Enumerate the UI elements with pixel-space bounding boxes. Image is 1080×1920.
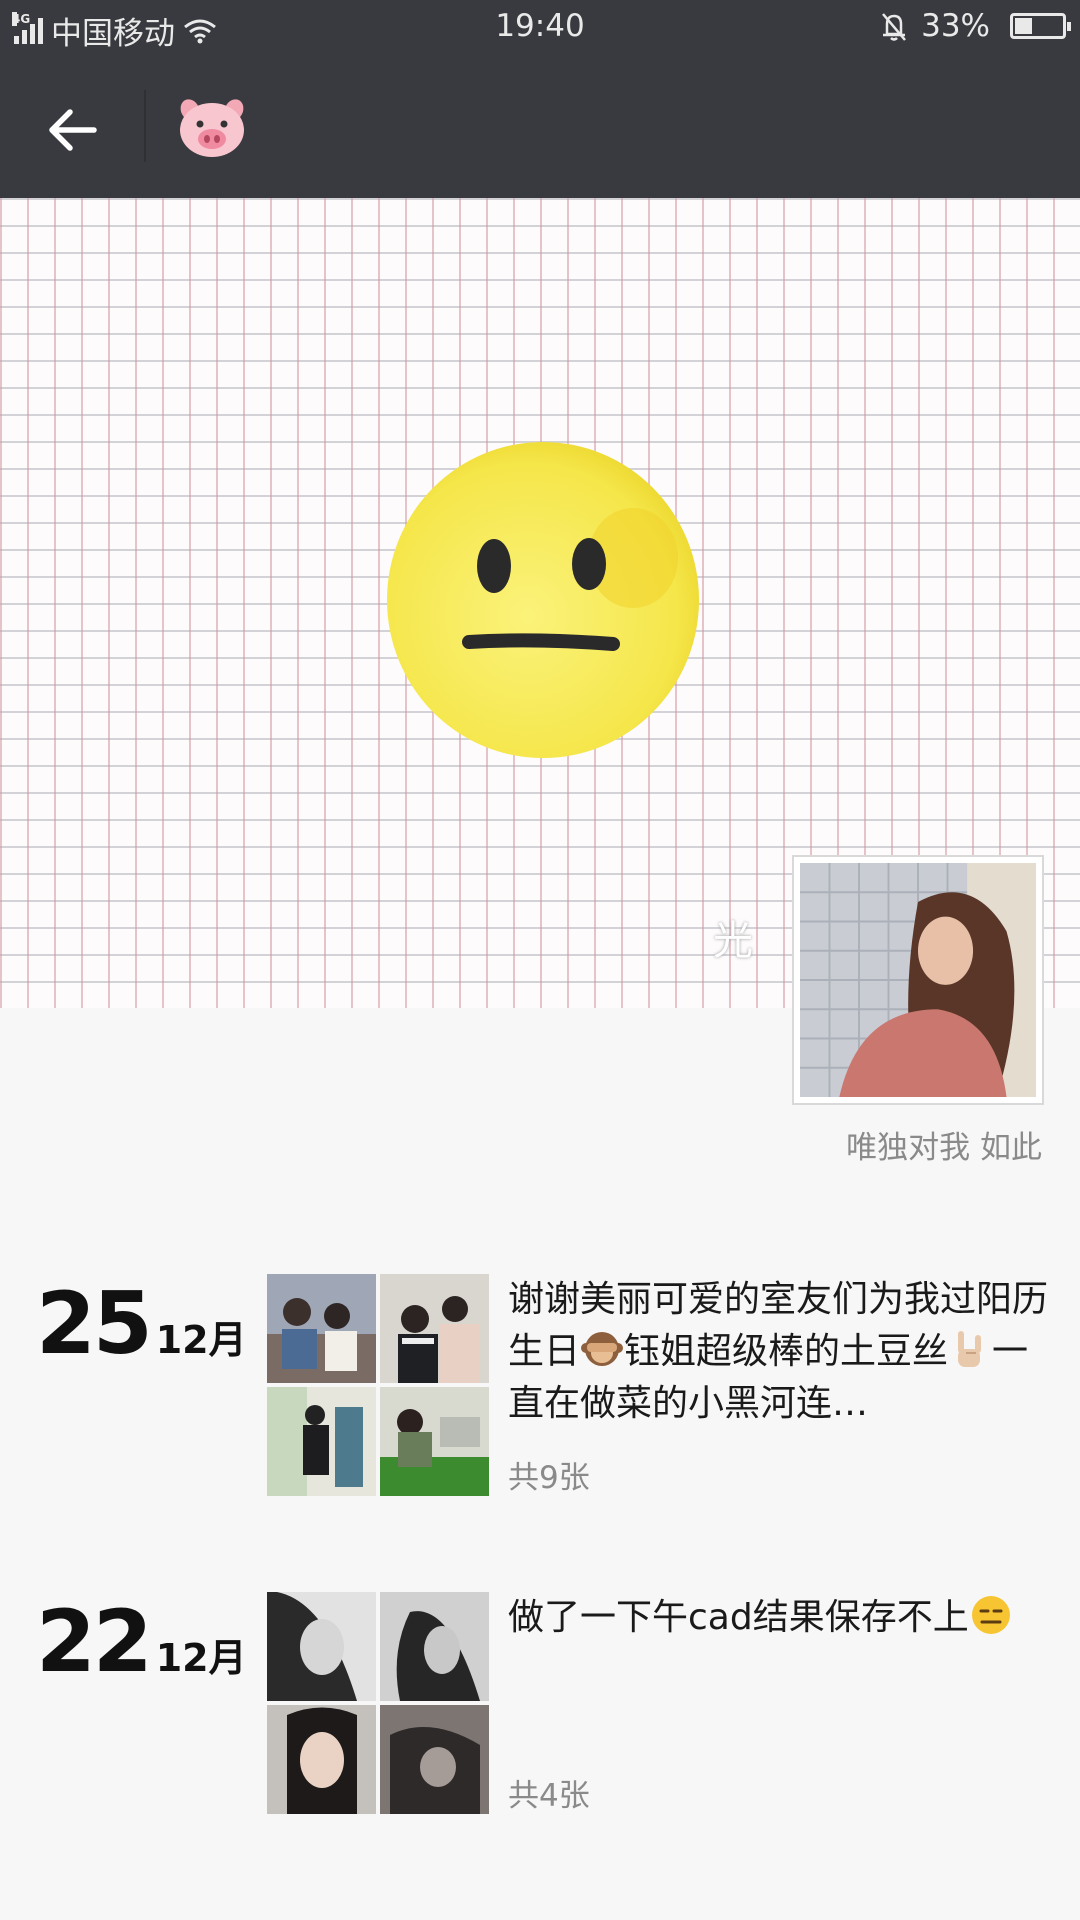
battery-icon bbox=[1010, 13, 1071, 39]
post-date: 25 12月 bbox=[36, 1274, 247, 1374]
battery-percent: 33% bbox=[921, 8, 990, 44]
post-date: 22 12月 bbox=[36, 1592, 247, 1692]
post-day: 25 bbox=[36, 1274, 153, 1374]
photo-thumbnail[interactable] bbox=[267, 1274, 376, 1383]
photo-thumbnail[interactable] bbox=[380, 1387, 489, 1496]
arrow-left-icon[interactable] bbox=[42, 100, 102, 160]
see-no-evil-monkey-icon bbox=[581, 1332, 624, 1366]
post-text-segment: 做了一下午cad结果保存不上 bbox=[508, 1597, 969, 1638]
photo-thumbnail[interactable] bbox=[380, 1274, 489, 1383]
expressionless-face-icon bbox=[971, 1596, 1010, 1634]
profile-avatar[interactable] bbox=[792, 855, 1044, 1105]
photo-thumbnail[interactable] bbox=[380, 1705, 489, 1814]
title-divider bbox=[144, 90, 146, 162]
photo-grid[interactable] bbox=[267, 1592, 489, 1814]
photo-thumbnail[interactable] bbox=[267, 1705, 376, 1814]
photo-count: 共4张 bbox=[508, 1778, 590, 1814]
post-text-segment: 钰姐超级棒的土豆丝 bbox=[624, 1331, 949, 1372]
avatar-photo bbox=[800, 863, 1036, 1097]
cover-overlay-text: 光 bbox=[713, 918, 753, 964]
post-month: 12月 bbox=[155, 1318, 247, 1362]
photo-count: 共9张 bbox=[508, 1460, 590, 1496]
post-text: 谢谢美丽可爱的室友们为我过阳历生日 钰姐超级棒的土豆丝 一直在做菜的小黑河连… bbox=[508, 1274, 1048, 1430]
photo-thumbnail[interactable] bbox=[380, 1592, 489, 1701]
sign-of-horns-icon bbox=[958, 1331, 982, 1367]
post-text: 做了一下午cad结果保存不上 bbox=[508, 1592, 1048, 1644]
profile-signature: 唯独对我 如此 bbox=[846, 1130, 1042, 1166]
bell-muted-icon bbox=[882, 13, 907, 41]
post-month: 12月 bbox=[155, 1636, 247, 1680]
pig-face-icon bbox=[180, 99, 244, 157]
neutral-face-icon bbox=[387, 442, 699, 758]
photo-grid[interactable] bbox=[267, 1274, 489, 1496]
photo-thumbnail[interactable] bbox=[267, 1592, 376, 1701]
moment-item[interactable]: 25 12月 谢谢美丽可爱的室友们为我过阳历生日 钰姐超级棒的土豆丝 一直在做菜… bbox=[0, 1274, 1080, 1504]
post-day: 22 bbox=[36, 1592, 153, 1692]
photo-thumbnail[interactable] bbox=[267, 1387, 376, 1496]
battery-level bbox=[1015, 18, 1032, 34]
title-bar bbox=[0, 54, 1080, 198]
status-bar: 4G 中国移动 19:40 33% bbox=[0, 0, 1080, 54]
moment-item[interactable]: 22 12月 做了一下午cad结果保存不上 共4张 bbox=[0, 1592, 1080, 1822]
